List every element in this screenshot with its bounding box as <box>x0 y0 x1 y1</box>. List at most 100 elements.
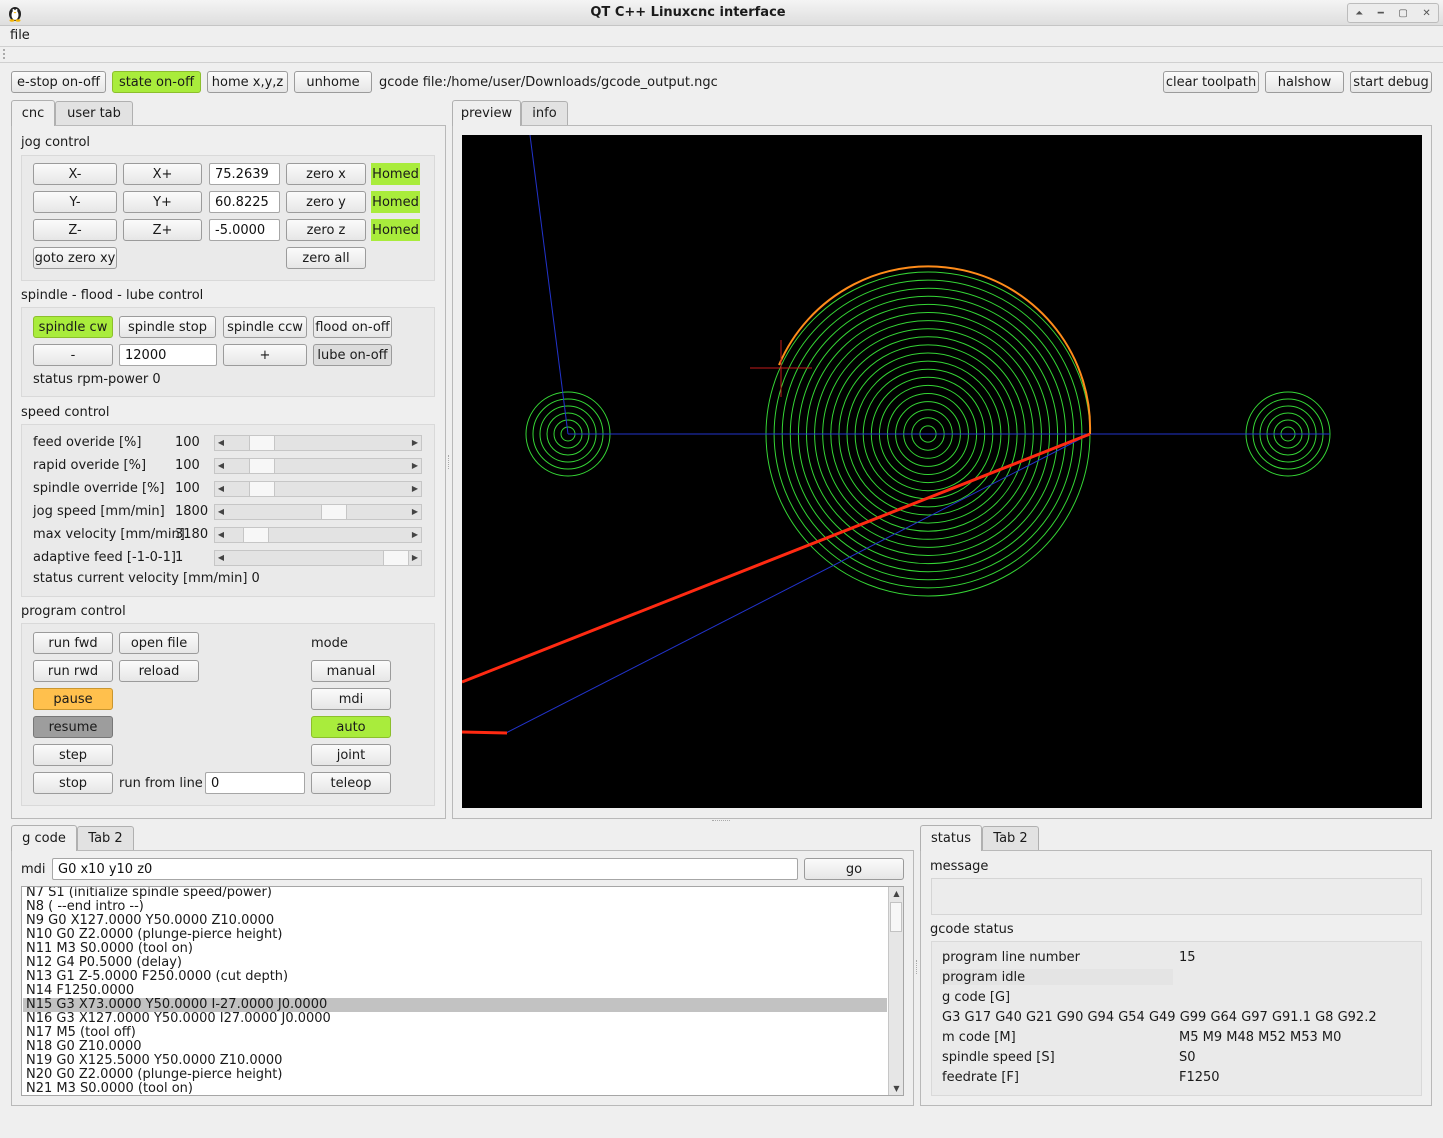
tab-2-right[interactable]: Tab 2 <box>982 826 1039 850</box>
resume-button[interactable]: resume <box>33 716 113 738</box>
z-plus-button[interactable]: Z+ <box>123 219 202 241</box>
pause-button[interactable]: pause <box>33 688 113 710</box>
gcode-line[interactable]: N20 G0 Z2.0000 (plunge-pierce height) <box>23 1068 887 1082</box>
slider-handle[interactable] <box>249 482 275 496</box>
start-debug-button[interactable]: start debug <box>1350 71 1432 93</box>
slider-left-icon[interactable]: ◀ <box>215 436 227 450</box>
vertical-splitter[interactable] <box>448 455 450 469</box>
z-position-field[interactable]: -5.0000 <box>209 219 280 241</box>
stop-button[interactable]: stop <box>33 772 113 794</box>
reload-button[interactable]: reload <box>119 660 199 682</box>
slider-handle[interactable] <box>243 528 269 542</box>
minimize-icon[interactable]: ━ <box>1378 8 1384 19</box>
estop-button[interactable]: e-stop on-off <box>11 71 106 93</box>
gcode-line[interactable]: N14 F1250.0000 <box>23 984 887 998</box>
slider-right-icon[interactable]: ▶ <box>409 551 421 565</box>
scroll-down-icon[interactable]: ▼ <box>889 1082 903 1095</box>
run-fwd-button[interactable]: run fwd <box>33 632 113 654</box>
tab-gcode[interactable]: g code <box>11 825 77 851</box>
x-minus-button[interactable]: X- <box>33 163 117 185</box>
gcode-line[interactable]: N16 G3 X127.0000 Y50.0000 I27.0000 J0.00… <box>23 1012 887 1026</box>
shade-icon[interactable]: ⏶ <box>1355 8 1363 19</box>
slider-left-icon[interactable]: ◀ <box>215 482 227 496</box>
x-position-field[interactable]: 75.2639 <box>209 163 280 185</box>
open-file-button[interactable]: open file <box>119 632 199 654</box>
spindle-cw-button[interactable]: spindle cw <box>33 316 113 338</box>
gcode-line[interactable]: N18 G0 Z10.0000 <box>23 1040 887 1054</box>
gcode-line[interactable]: N19 G0 X125.5000 Y50.0000 Z10.0000 <box>23 1054 887 1068</box>
gcode-line[interactable]: N12 G4 P0.5000 (delay) <box>23 956 887 970</box>
zero-z-button[interactable]: zero z <box>286 219 366 241</box>
speed-slider[interactable]: ◀ ▶ <box>214 458 422 474</box>
gcode-line[interactable]: N21 M3 S0.0000 (tool on) <box>23 1082 887 1096</box>
gcode-line[interactable]: N8 ( --end intro --) <box>23 900 887 914</box>
gcode-line[interactable]: N7 S1 (initialize spindle speed/power) <box>23 887 887 900</box>
toolbar-handle[interactable] <box>3 49 7 59</box>
gcode-line[interactable]: N11 M3 S0.0000 (tool on) <box>23 942 887 956</box>
gcode-listing[interactable]: N7 S1 (initialize spindle speed/power) N8… <box>21 886 904 1096</box>
close-icon[interactable]: ✕ <box>1422 8 1430 19</box>
gcode-line[interactable]: N13 G1 Z-5.0000 F250.0000 (cut depth) <box>23 970 887 984</box>
lube-button[interactable]: lube on-off <box>313 344 392 366</box>
slider-right-icon[interactable]: ▶ <box>409 505 421 519</box>
mdi-mode-button[interactable]: mdi <box>311 688 391 710</box>
slider-left-icon[interactable]: ◀ <box>215 551 227 565</box>
manual-mode-button[interactable]: manual <box>311 660 391 682</box>
x-plus-button[interactable]: X+ <box>123 163 202 185</box>
speed-slider[interactable]: ◀ ▶ <box>214 481 422 497</box>
gcode-line[interactable]: N9 G0 X127.0000 Y50.0000 Z10.0000 <box>23 914 887 928</box>
speed-slider[interactable]: ◀ ▶ <box>214 527 422 543</box>
menu-file[interactable]: file <box>10 28 30 43</box>
speed-slider[interactable]: ◀ ▶ <box>214 435 422 451</box>
y-plus-button[interactable]: Y+ <box>123 191 202 213</box>
flood-button[interactable]: flood on-off <box>313 316 392 338</box>
spindle-ccw-button[interactable]: spindle ccw <box>223 316 307 338</box>
speed-slider[interactable]: ◀ ▶ <box>214 550 422 566</box>
zero-all-button[interactable]: zero all <box>286 247 366 269</box>
state-button[interactable]: state on-off <box>112 71 201 93</box>
gcode-scrollbar[interactable]: ▲ ▼ <box>888 887 903 1095</box>
toolpath-preview[interactable] <box>462 135 1422 808</box>
spindle-rpm-field[interactable]: 12000 <box>119 344 217 366</box>
zero-x-button[interactable]: zero x <box>286 163 366 185</box>
gcode-line[interactable]: N17 M5 (tool off) <box>23 1026 887 1040</box>
scroll-thumb[interactable] <box>890 902 902 932</box>
tab-preview[interactable]: preview <box>452 100 521 126</box>
gcode-line[interactable]: N15 G3 X73.0000 Y50.0000 I-27.0000 J0.00… <box>23 998 887 1012</box>
slider-left-icon[interactable]: ◀ <box>215 459 227 473</box>
tab-info[interactable]: info <box>521 101 568 125</box>
run-rwd-button[interactable]: run rwd <box>33 660 113 682</box>
joint-mode-button[interactable]: joint <box>311 744 391 766</box>
tab-status[interactable]: status <box>920 825 982 851</box>
gcode-line[interactable]: N10 G0 Z2.0000 (plunge-pierce height) <box>23 928 887 942</box>
slider-right-icon[interactable]: ▶ <box>409 436 421 450</box>
mdi-input[interactable]: G0 x10 y10 z0 <box>52 858 798 880</box>
mdi-go-button[interactable]: go <box>804 858 904 880</box>
spindle-plus-button[interactable]: + <box>223 344 307 366</box>
y-minus-button[interactable]: Y- <box>33 191 117 213</box>
teleop-mode-button[interactable]: teleop <box>311 772 391 794</box>
step-button[interactable]: step <box>33 744 113 766</box>
slider-handle[interactable] <box>249 459 275 473</box>
scroll-up-icon[interactable]: ▲ <box>889 887 903 900</box>
speed-slider[interactable]: ◀ ▶ <box>214 504 422 520</box>
halshow-button[interactable]: halshow <box>1265 71 1344 93</box>
slider-right-icon[interactable]: ▶ <box>409 459 421 473</box>
slider-handle[interactable] <box>383 551 409 565</box>
zero-y-button[interactable]: zero y <box>286 191 366 213</box>
horizontal-splitter[interactable] <box>712 820 730 822</box>
bottom-splitter[interactable] <box>916 960 918 974</box>
slider-left-icon[interactable]: ◀ <box>215 528 227 542</box>
clear-toolpath-button[interactable]: clear toolpath <box>1163 71 1259 93</box>
slider-handle[interactable] <box>249 436 275 450</box>
slider-right-icon[interactable]: ▶ <box>409 482 421 496</box>
slider-handle[interactable] <box>321 505 347 519</box>
home-button[interactable]: home x,y,z <box>207 71 288 93</box>
y-position-field[interactable]: 60.8225 <box>209 191 280 213</box>
auto-mode-button[interactable]: auto <box>311 716 391 738</box>
slider-left-icon[interactable]: ◀ <box>215 505 227 519</box>
spindle-stop-button[interactable]: spindle stop <box>119 316 216 338</box>
slider-right-icon[interactable]: ▶ <box>409 528 421 542</box>
run-from-line-field[interactable]: 0 <box>205 772 305 794</box>
spindle-minus-button[interactable]: - <box>33 344 113 366</box>
